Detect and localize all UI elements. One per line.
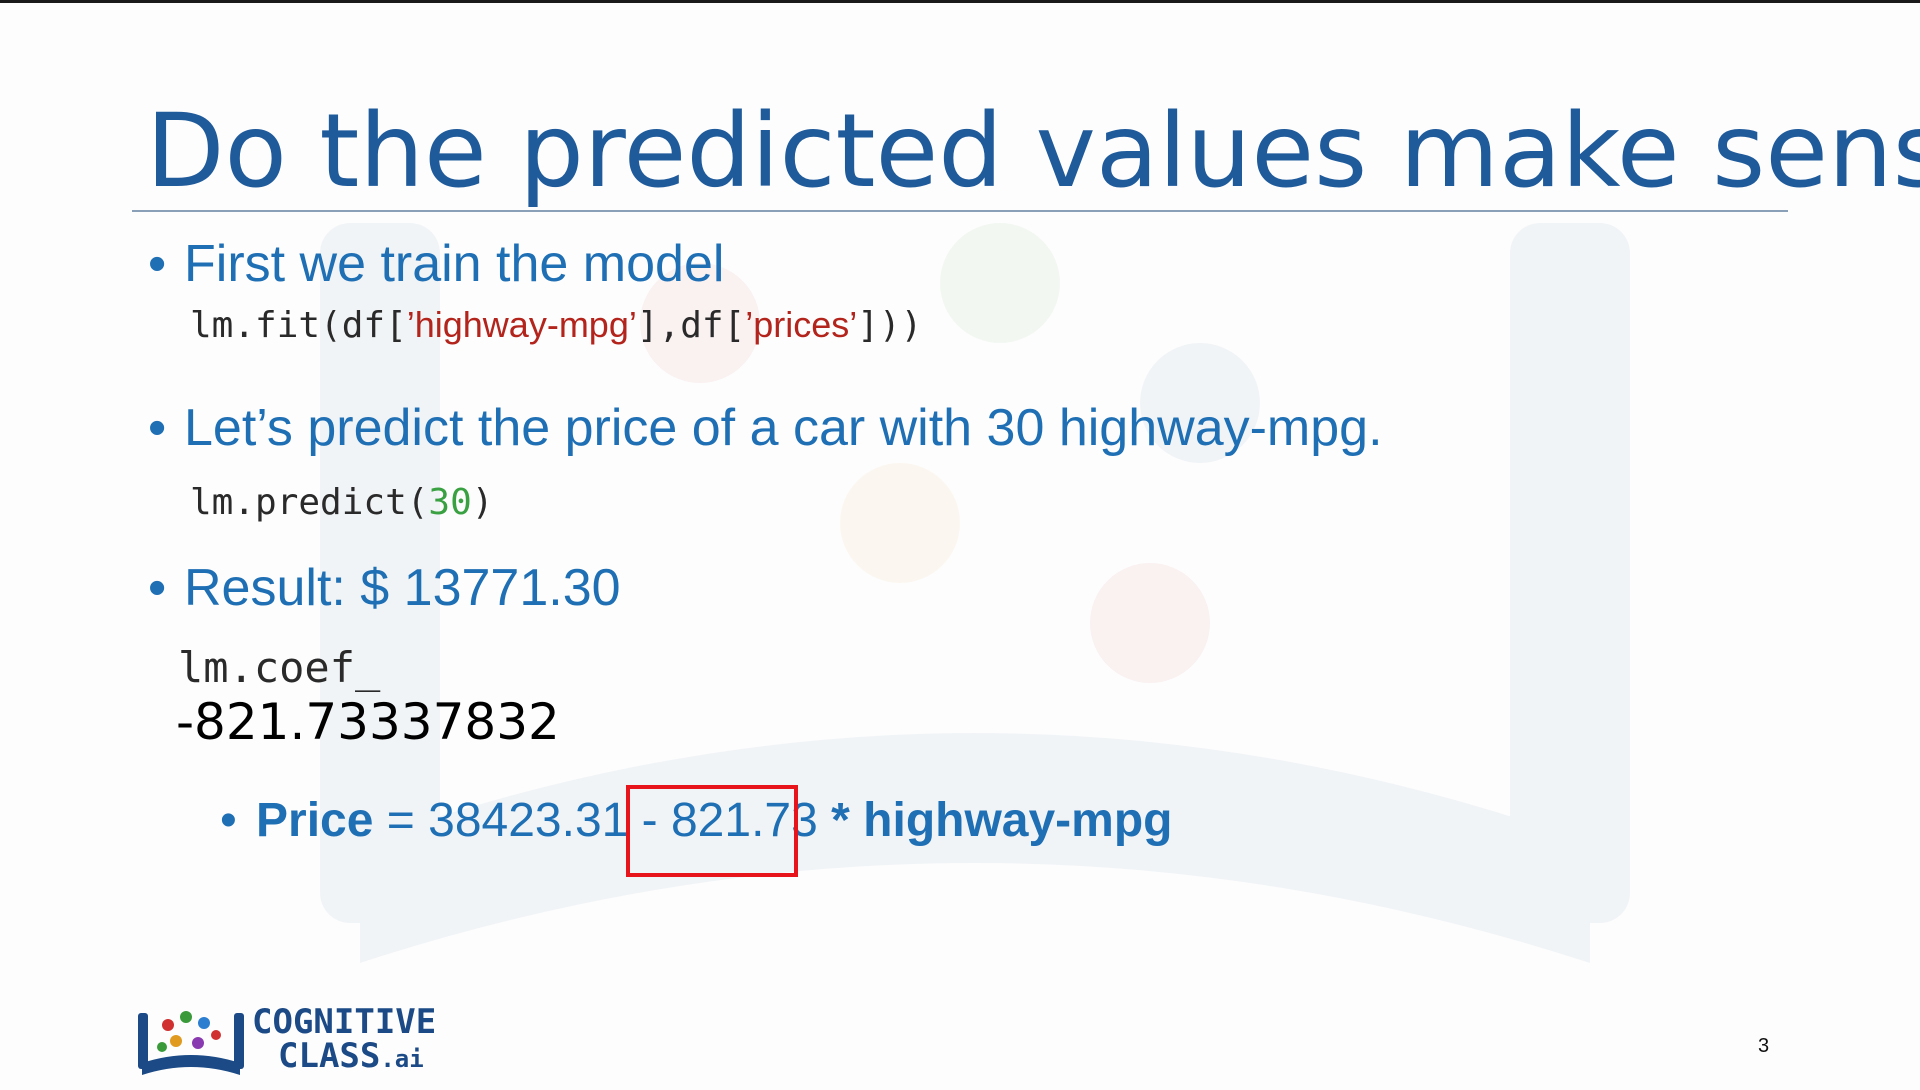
slide-title: Do the predicted values make sense — [146, 92, 1920, 211]
logo-class: CLASS — [278, 1036, 381, 1076]
logo-line2: CLASS.ai — [252, 1039, 436, 1076]
code-text: lm.predict( — [190, 482, 429, 523]
bullet-dot-icon: • — [220, 794, 237, 847]
bullet-text: Let’s predict the price of a car with 30… — [184, 399, 1383, 457]
code-text: ) — [471, 482, 494, 523]
bullet-dot-icon: • — [148, 235, 167, 293]
code-string: ’highway-mpg’ — [406, 304, 637, 345]
highlight-box — [626, 785, 798, 877]
code-number: 30 — [428, 482, 472, 523]
title-divider — [132, 210, 1788, 212]
slide: Do the predicted values make sense • Firs… — [0, 3, 1920, 1090]
coef-value: -821.73337832 — [176, 693, 560, 751]
bullet-predict-price: • Let’s predict the price of a car with 3… — [148, 399, 1383, 459]
page-number: 3 — [1758, 1035, 1770, 1057]
code-text: ],df[ — [636, 305, 746, 346]
code-fit: lm.fit(df[’highway-mpg’],df[’prices’])) — [190, 303, 922, 347]
cognitive-class-logo-icon — [138, 1011, 244, 1075]
bullet-dot-icon: • — [148, 559, 167, 617]
code-coef: lm.coef_ — [178, 643, 381, 692]
bullet-result: • Result: $ 13771.30 — [148, 559, 621, 619]
code-text: lm.fit(df[ — [190, 305, 407, 346]
formula-var: highway-mpg — [863, 794, 1173, 847]
logo-ai: .ai — [380, 1045, 424, 1073]
code-string: ’prices’ — [745, 304, 858, 345]
code-predict: lm.predict(30) — [190, 481, 493, 524]
formula-lhs: Price — [256, 794, 374, 847]
formula-op: * — [817, 794, 864, 847]
logo-line1: COGNITIVE — [252, 1002, 437, 1042]
code-text: ])) — [857, 305, 923, 346]
bullet-text: First we train the model — [184, 235, 725, 293]
logo-wordmark: COGNITIVE CLASS.ai — [252, 1005, 436, 1076]
bullet-dot-icon: • — [148, 399, 167, 457]
bullet-text: Result: $ 13771.30 — [184, 559, 621, 617]
bullet-train-model: • First we train the model — [148, 235, 724, 295]
